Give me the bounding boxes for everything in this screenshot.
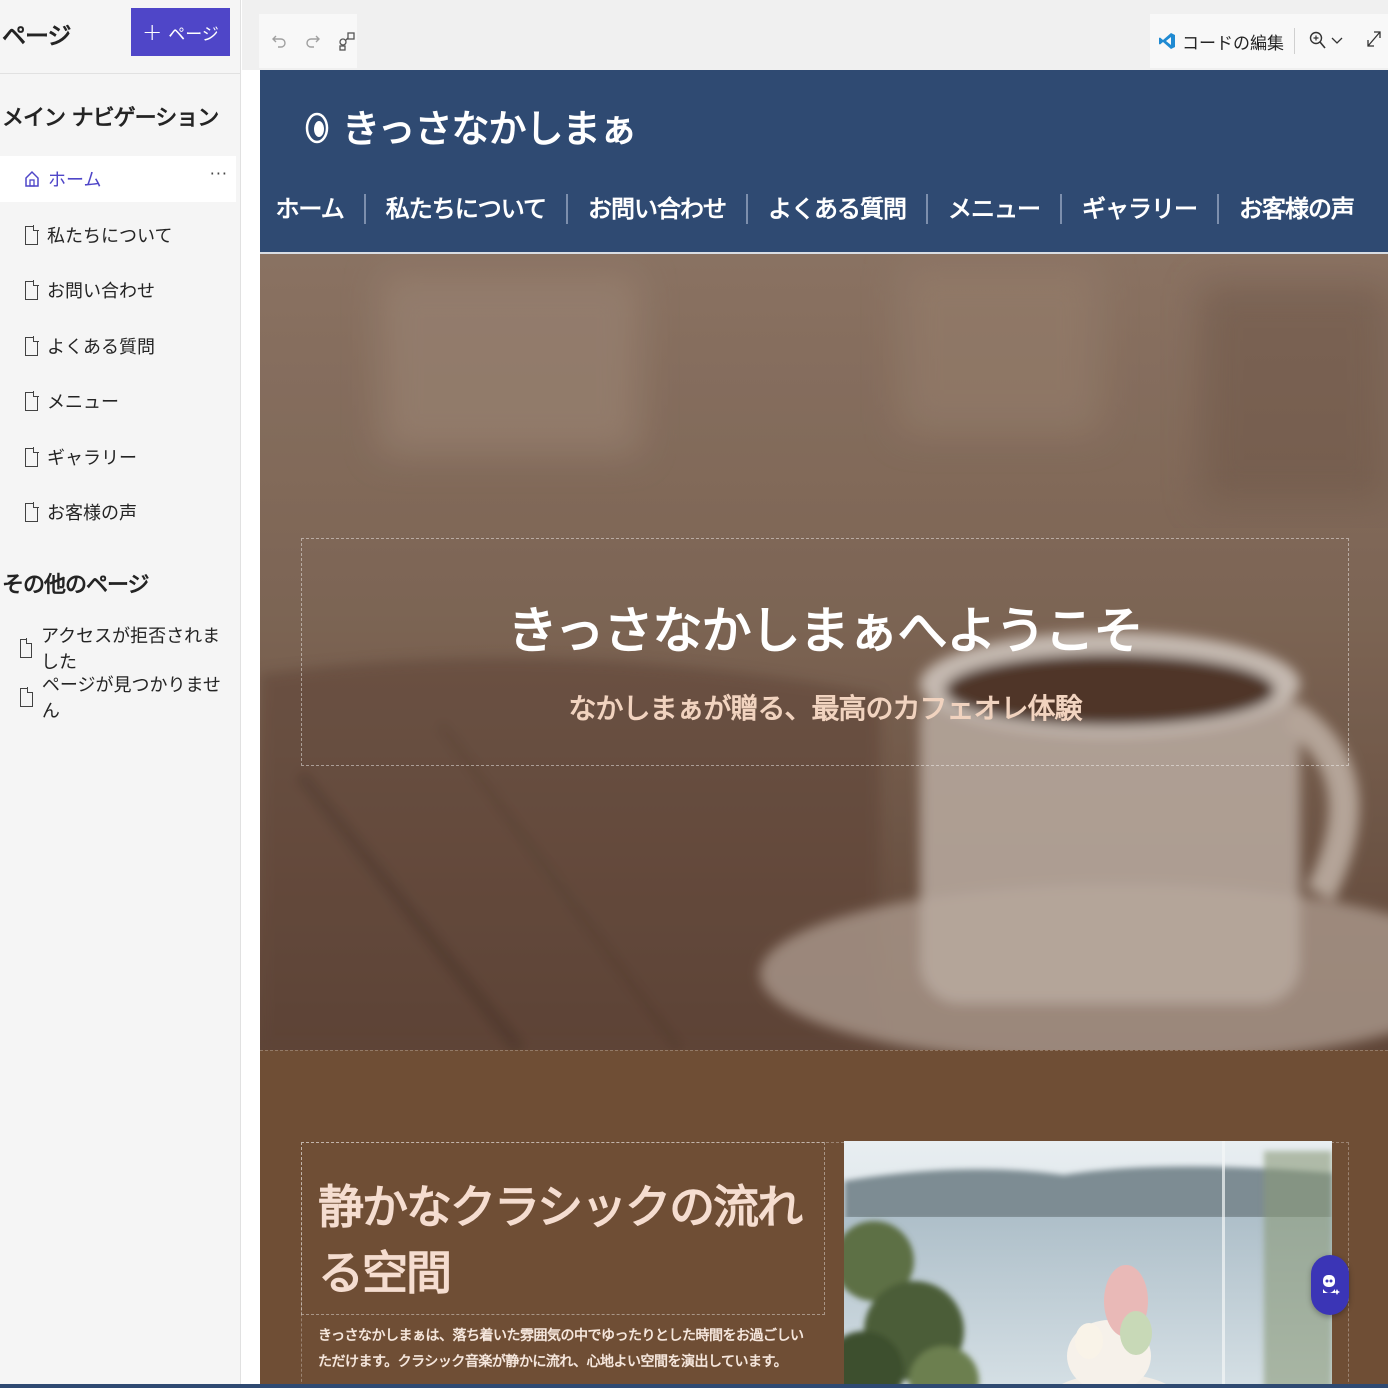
sidebar-item-not-found[interactable]: ページが見つかりません	[0, 674, 236, 722]
sidebar-item-label: ギャラリー	[47, 448, 137, 469]
brand-name: きっさなかしまぁ	[342, 107, 637, 151]
sidebar-item-menu[interactable]: メニュー	[0, 378, 236, 424]
bottom-edge	[0, 1384, 1388, 1388]
sidebar-item-home[interactable]: ホーム ···	[0, 156, 236, 202]
sidebar-item-label: お問い合わせ	[47, 281, 155, 302]
site-brand[interactable]: きっさなかしまぁ	[304, 98, 637, 153]
ambience-text-block[interactable]: 静かなクラシックの流れる空間 きっさなかしまぁは、落ち着いた雰囲気の中でゆったり…	[301, 1142, 825, 1370]
sidebar-item-label: メニュー	[47, 392, 119, 413]
page-icon	[25, 225, 39, 245]
code-edit-label: コードの編集	[1182, 33, 1284, 54]
view-toolbar: コードの編集	[1150, 14, 1388, 68]
site-nav-home[interactable]: ホーム	[275, 194, 366, 224]
page-icon	[20, 638, 33, 658]
hero-section[interactable]: きっさなかしまぁへようこそ なかしまぁが贈る、最高のカフェオレ体験	[260, 254, 1388, 1050]
site-nav-contact[interactable]: お問い合わせ	[568, 194, 748, 224]
page-icon	[25, 280, 39, 300]
site-nav-about[interactable]: 私たちについて	[366, 194, 568, 224]
page-icon	[25, 502, 39, 522]
chevron-down-icon	[1331, 37, 1343, 44]
sidebar-item-label: ページが見つかりません	[41, 675, 221, 722]
site-header: きっさなかしまぁ ホーム 私たちについて お問い合わせ よくある質問 メニュー …	[260, 70, 1388, 254]
other-pages-title: その他のページ	[2, 573, 150, 598]
page-icon	[25, 391, 39, 411]
ambience-image[interactable]	[844, 1141, 1332, 1388]
page-icon	[25, 447, 39, 467]
code-edit-button[interactable]: コードの編集	[1150, 29, 1284, 54]
edit-history-toolbar	[259, 14, 357, 68]
hero-subtitle: なかしまぁが贈る、最高のカフェオレ体験	[568, 692, 1082, 725]
sidebar-item-label: よくある質問	[47, 337, 155, 358]
sitemap-icon[interactable]	[337, 30, 357, 52]
sidebar-item-faq[interactable]: よくある質問	[0, 323, 236, 369]
hero-text-container[interactable]: きっさなかしまぁへようこそ なかしまぁが贈る、最高のカフェオレ体験	[301, 538, 1349, 766]
sidebar-item-label: お客様の声	[47, 503, 137, 524]
expand-icon[interactable]	[1365, 29, 1383, 54]
pages-panel-title: ページ	[2, 22, 72, 50]
site-preview: きっさなかしまぁ ホーム 私たちについて お問い合わせ よくある質問 メニュー …	[260, 70, 1388, 1388]
zoom-dropdown[interactable]	[1309, 31, 1343, 51]
site-nav: ホーム 私たちについて お問い合わせ よくある質問 メニュー ギャラリー お客様…	[275, 194, 1355, 224]
site-nav-testimonials[interactable]: お客様の声	[1219, 194, 1355, 224]
pages-panel: ページ + ページ メイン ナビゲーション ホーム ··· 私たちについて お問…	[0, 0, 241, 1388]
sidebar-item-label: ホーム	[48, 170, 102, 191]
add-page-label: ページ	[168, 24, 219, 45]
home-icon	[25, 170, 39, 187]
more-options-icon[interactable]: ···	[210, 164, 228, 183]
brand-logo-icon	[305, 112, 329, 143]
redo-icon[interactable]	[303, 30, 323, 52]
toolbar-divider	[1294, 28, 1295, 54]
site-nav-faq[interactable]: よくある質問	[748, 194, 928, 224]
hero-title: きっさなかしまぁへようこそ	[507, 602, 1144, 660]
plus-icon: +	[142, 18, 163, 46]
page-icon	[25, 336, 39, 356]
add-page-button[interactable]: + ページ	[131, 8, 230, 56]
sidebar-item-contact[interactable]: お問い合わせ	[0, 267, 236, 313]
site-nav-gallery[interactable]: ギャラリー	[1062, 194, 1219, 224]
ambience-body: きっさなかしまぁは、落ち着いた雰囲気の中でゆったりとした時間をお過ごしいただけま…	[318, 1328, 804, 1370]
page-icon	[20, 687, 34, 707]
sidebar-item-testimonials[interactable]: お客様の声	[0, 489, 236, 535]
site-nav-menu[interactable]: メニュー	[928, 194, 1062, 224]
vscode-icon	[1159, 33, 1175, 49]
undo-icon[interactable]	[269, 30, 289, 52]
pages-panel-header: ページ + ページ	[0, 0, 240, 74]
copilot-icon	[1323, 1275, 1340, 1295]
lake-dessert-image	[844, 1141, 1332, 1388]
copilot-chat-button[interactable]	[1311, 1255, 1349, 1315]
ambience-section[interactable]: 静かなクラシックの流れる空間 きっさなかしまぁは、落ち着いた雰囲気の中でゆったり…	[260, 1050, 1388, 1388]
ambience-title: 静かなクラシックの流れる空間	[318, 1180, 803, 1300]
sidebar-item-access-denied[interactable]: アクセスが拒否されました	[0, 625, 236, 673]
sidebar-item-label: アクセスが拒否されました	[40, 626, 221, 673]
main-nav-title: メイン ナビゲーション	[2, 106, 219, 131]
sidebar-item-gallery[interactable]: ギャラリー	[0, 434, 236, 480]
sidebar-item-label: 私たちについて	[47, 226, 173, 247]
zoom-icon	[1309, 31, 1326, 49]
sidebar-item-about[interactable]: 私たちについて	[0, 212, 236, 258]
